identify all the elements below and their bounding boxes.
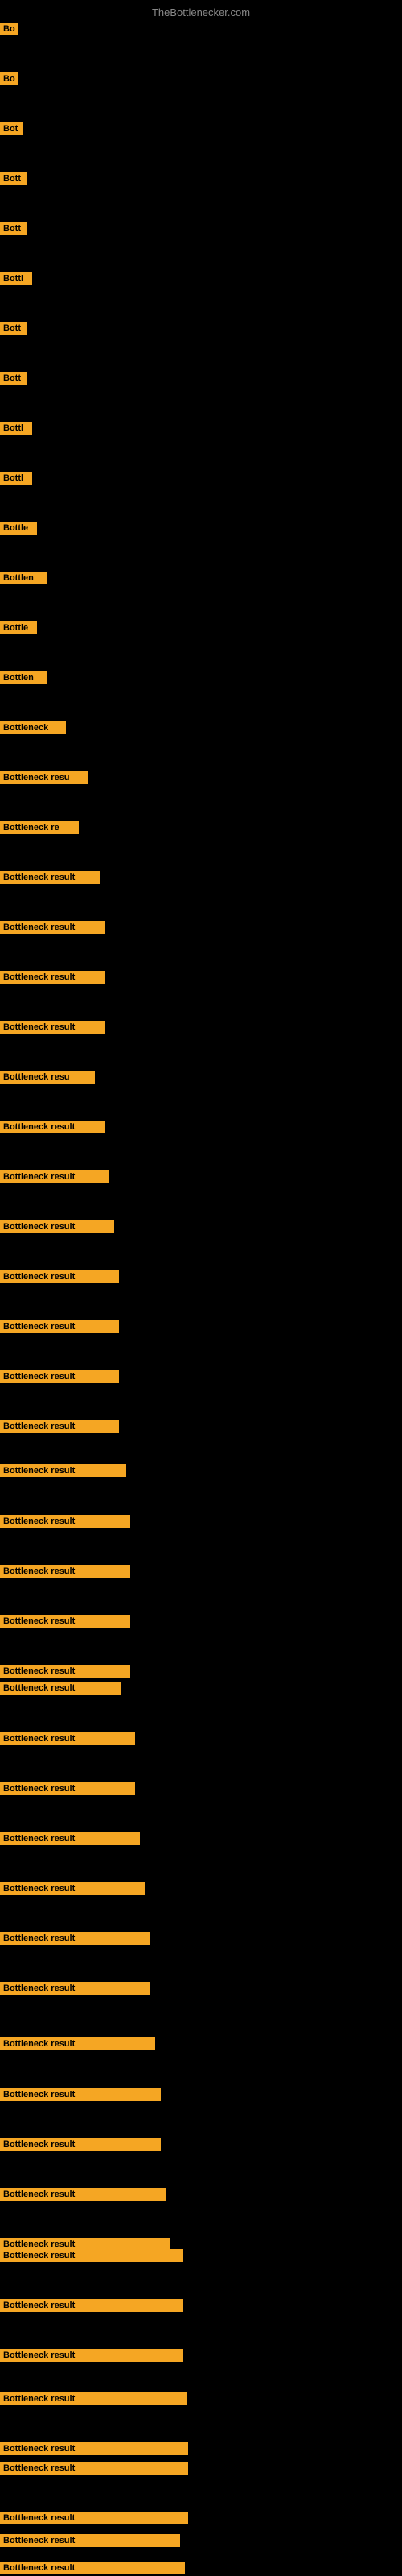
bottleneck-label-6: Bottl: [0, 272, 32, 285]
bottleneck-label-33: Bottleneck result: [0, 1615, 130, 1628]
bottleneck-label-23: Bottleneck result: [0, 1121, 105, 1133]
bottleneck-label-17: Bottleneck re: [0, 821, 79, 834]
bottleneck-label-40: Bottleneck result: [0, 1932, 150, 1945]
bottleneck-label-52: Bottleneck result: [0, 2462, 188, 2475]
bottleneck-label-49: Bottleneck result: [0, 2349, 183, 2362]
site-title: TheBottlenecker.com: [152, 6, 250, 19]
bottleneck-label-30: Bottleneck result: [0, 1464, 126, 1477]
bottleneck-label-51: Bottleneck result: [0, 2442, 188, 2455]
bottleneck-label-2: Bo: [0, 72, 18, 85]
bottleneck-label-26: Bottleneck result: [0, 1270, 119, 1283]
bottleneck-label-4: Bott: [0, 172, 27, 185]
bottleneck-label-14: Bottlen: [0, 671, 47, 684]
bottleneck-label-29: Bottleneck result: [0, 1420, 119, 1433]
bottleneck-label-38: Bottleneck result: [0, 1832, 140, 1845]
bottleneck-label-37: Bottleneck result: [0, 1782, 135, 1795]
bottleneck-label-19: Bottleneck result: [0, 921, 105, 934]
bottleneck-label-15: Bottleneck: [0, 721, 66, 734]
bottleneck-label-28: Bottleneck result: [0, 1370, 119, 1383]
bottleneck-label-32: Bottleneck result: [0, 1565, 130, 1578]
bottleneck-label-24: Bottleneck result: [0, 1170, 109, 1183]
bottleneck-label-54: Bottleneck result: [0, 2534, 180, 2547]
bottleneck-label-20: Bottleneck result: [0, 971, 105, 984]
bottleneck-label-43: Bottleneck result: [0, 2088, 161, 2101]
bottleneck-label-22: Bottleneck resu: [0, 1071, 95, 1084]
bottleneck-label-50: Bottleneck result: [0, 2392, 187, 2405]
bottleneck-label-45: Bottleneck result: [0, 2188, 166, 2201]
bottleneck-label-34: Bottleneck result: [0, 1665, 130, 1678]
bottleneck-label-10: Bottl: [0, 472, 32, 485]
bottleneck-label-47: Bottleneck result: [0, 2249, 183, 2262]
bottleneck-label-35: Bottleneck result: [0, 1682, 121, 1695]
bottleneck-label-16: Bottleneck resu: [0, 771, 88, 784]
bottleneck-label-3: Bot: [0, 122, 23, 135]
bottleneck-label-12: Bottlen: [0, 572, 47, 584]
bottleneck-label-7: Bott: [0, 322, 27, 335]
bottleneck-label-48: Bottleneck result: [0, 2299, 183, 2312]
bottleneck-label-39: Bottleneck result: [0, 1882, 145, 1895]
bottleneck-label-44: Bottleneck result: [0, 2138, 161, 2151]
bottleneck-label-18: Bottleneck result: [0, 871, 100, 884]
bottleneck-label-8: Bott: [0, 372, 27, 385]
bottleneck-label-53: Bottleneck result: [0, 2512, 188, 2524]
bottleneck-label-55: Bottleneck result: [0, 2562, 185, 2574]
bottleneck-label-13: Bottle: [0, 621, 37, 634]
bottleneck-label-1: Bo: [0, 23, 18, 35]
bottleneck-label-9: Bottl: [0, 422, 32, 435]
bottleneck-label-5: Bott: [0, 222, 27, 235]
bottleneck-label-21: Bottleneck result: [0, 1021, 105, 1034]
bottleneck-label-27: Bottleneck result: [0, 1320, 119, 1333]
bottleneck-label-36: Bottleneck result: [0, 1732, 135, 1745]
bottleneck-label-25: Bottleneck result: [0, 1220, 114, 1233]
bottleneck-label-31: Bottleneck result: [0, 1515, 130, 1528]
bottleneck-label-41: Bottleneck result: [0, 1982, 150, 1995]
bottleneck-label-11: Bottle: [0, 522, 37, 535]
bottleneck-label-42: Bottleneck result: [0, 2037, 155, 2050]
